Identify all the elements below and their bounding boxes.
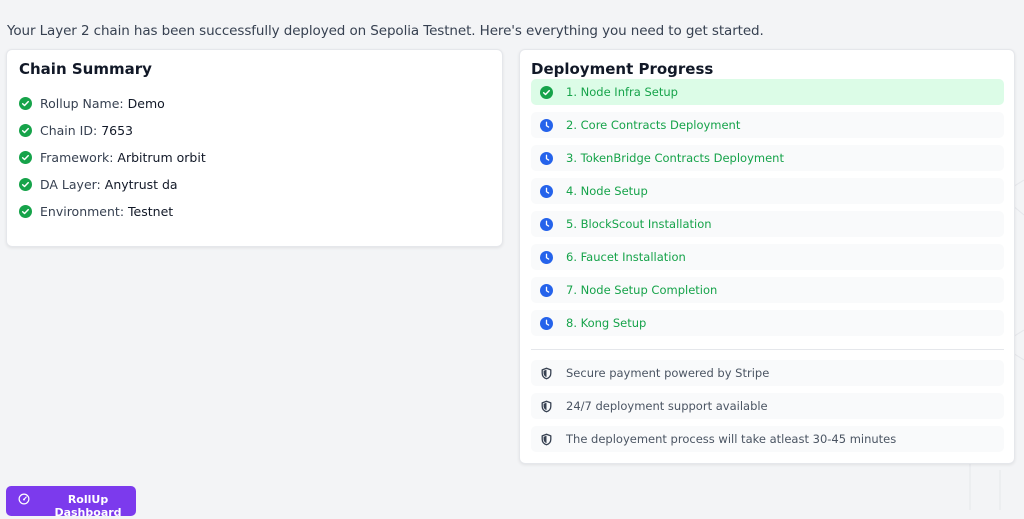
shield-icon: [540, 433, 553, 446]
step-label: 7. Node Setup Completion: [566, 283, 718, 297]
note-label: The deployement process will take atleas…: [566, 432, 897, 446]
clock-icon: [540, 184, 553, 198]
summary-item-rollup-name: Rollup Name: Demo: [19, 90, 206, 117]
check-circle-icon: [19, 205, 32, 218]
gauge-icon: [18, 493, 30, 505]
note-label: 24/7 deployment support available: [566, 399, 768, 413]
step-node-infra-setup: 1. Node Infra Setup: [531, 79, 1004, 105]
summary-item-environment: Environment: Testnet: [19, 198, 206, 225]
summary-item-label: Environment:: [40, 204, 125, 219]
shield-icon: [540, 367, 553, 380]
check-circle-icon: [19, 124, 32, 137]
chain-summary-list: Rollup Name: Demo Chain ID: 7653 Framewo…: [19, 90, 206, 225]
step-kong-setup: 8. Kong Setup: [531, 310, 1004, 336]
step-label: 4. Node Setup: [566, 184, 648, 198]
check-circle-icon: [19, 178, 32, 191]
summary-item-value: Arbitrum orbit: [117, 150, 206, 165]
step-tokenbridge-contracts-deployment: 3. TokenBridge Contracts Deployment: [531, 145, 1004, 171]
clock-icon: [540, 118, 553, 132]
summary-item-value: 7653: [101, 123, 134, 138]
note-duration: The deployement process will take atleas…: [531, 426, 1004, 452]
clock-icon: [540, 316, 553, 330]
deployment-progress-card: Deployment Progress 1. Node Infra Setup …: [519, 49, 1015, 464]
step-label: 8. Kong Setup: [566, 316, 647, 330]
step-node-setup: 4. Node Setup: [531, 178, 1004, 204]
clock-icon: [540, 217, 553, 231]
step-node-setup-completion: 7. Node Setup Completion: [531, 277, 1004, 303]
clock-icon: [540, 283, 553, 297]
info-notes-list: Secure payment powered by Stripe 24/7 de…: [531, 360, 1004, 459]
step-label: 2. Core Contracts Deployment: [566, 118, 741, 132]
step-label: 1. Node Infra Setup: [566, 85, 678, 99]
summary-item-value: Anytrust da: [104, 177, 178, 192]
check-circle-icon: [19, 97, 32, 110]
step-core-contracts-deployment: 2. Core Contracts Deployment: [531, 112, 1004, 138]
step-label: 6. Faucet Installation: [566, 250, 686, 264]
summary-item-da-layer: DA Layer: Anytrust da: [19, 171, 206, 198]
intro-message: Your Layer 2 chain has been successfully…: [7, 22, 764, 39]
step-faucet-installation: 6. Faucet Installation: [531, 244, 1004, 270]
step-label: 3. TokenBridge Contracts Deployment: [566, 151, 784, 165]
rollup-dashboard-label: RollUp Dashboard: [54, 493, 122, 519]
clock-icon: [540, 250, 553, 264]
summary-item-label: Chain ID:: [40, 123, 98, 138]
summary-item-value: Testnet: [128, 204, 174, 219]
clock-icon: [540, 151, 553, 165]
summary-item-chain-id: Chain ID: 7653: [19, 117, 206, 144]
progress-divider: [531, 349, 1004, 350]
check-circle-icon: [540, 85, 553, 99]
deployment-progress-title: Deployment Progress: [531, 60, 714, 78]
check-circle-icon: [19, 151, 32, 164]
note-support: 24/7 deployment support available: [531, 393, 1004, 419]
summary-item-framework: Framework: Arbitrum orbit: [19, 144, 206, 171]
deployment-steps-list: 1. Node Infra Setup 2. Core Contracts De…: [531, 79, 1004, 343]
summary-item-value: Demo: [127, 96, 165, 111]
summary-item-label: Framework:: [40, 150, 114, 165]
step-label: 5. BlockScout Installation: [566, 217, 712, 231]
rollup-dashboard-button[interactable]: RollUp Dashboard: [6, 486, 136, 519]
note-secure-payment: Secure payment powered by Stripe: [531, 360, 1004, 386]
note-label: Secure payment powered by Stripe: [566, 366, 770, 380]
chain-summary-title: Chain Summary: [19, 60, 152, 78]
step-blockscout-installation: 5. BlockScout Installation: [531, 211, 1004, 237]
summary-item-label: DA Layer:: [40, 177, 101, 192]
summary-item-label: Rollup Name:: [40, 96, 124, 111]
shield-icon: [540, 400, 553, 413]
chain-summary-card: Chain Summary Rollup Name: Demo Chain ID…: [6, 49, 503, 247]
